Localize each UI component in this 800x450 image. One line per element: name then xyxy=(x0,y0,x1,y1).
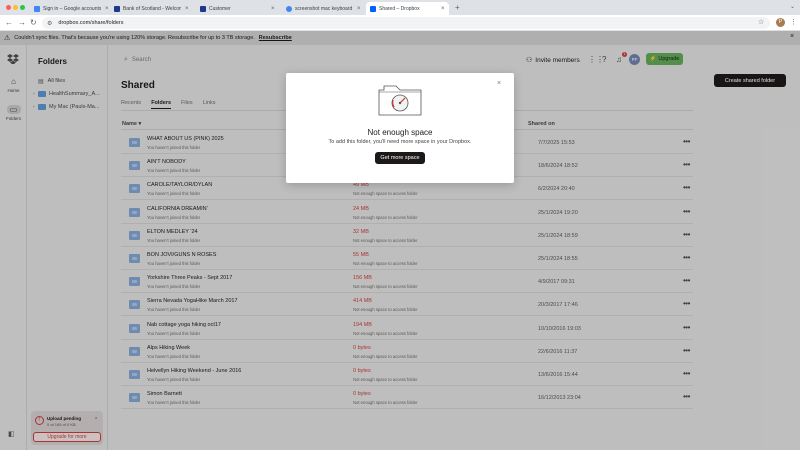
dialog-body: To add this folder, you'll need more spa… xyxy=(328,139,472,145)
new-tab-icon[interactable]: + xyxy=(455,3,460,12)
tab-close-icon[interactable]: × xyxy=(105,6,109,12)
site-info-icon[interactable]: ⚙ xyxy=(47,20,52,27)
browser-tab-google[interactable]: Sign in – Google accounts × xyxy=(30,2,113,15)
browser-menu-icon[interactable]: ⋮ xyxy=(790,18,797,26)
browser-tab-bar: Sign in – Google accounts × Bank of Scot… xyxy=(0,0,800,15)
bank-icon xyxy=(200,5,206,12)
browser-tab-dropbox[interactable]: Shared – Dropbox × xyxy=(366,2,449,15)
tab-close-icon[interactable]: × xyxy=(441,6,445,12)
bookmark-star-icon[interactable]: ☆ xyxy=(758,18,764,26)
minimize-window-icon[interactable] xyxy=(13,5,18,10)
close-window-icon[interactable] xyxy=(6,5,11,10)
google-icon xyxy=(34,5,40,12)
dialog-title: Not enough space xyxy=(367,128,433,137)
tab-close-icon[interactable]: × xyxy=(357,6,361,12)
full-storage-illustration-icon xyxy=(378,85,422,116)
dropbox-icon xyxy=(370,5,376,12)
url-input[interactable]: ⚙ dropbox.com/share/folders xyxy=(42,17,770,29)
close-icon[interactable]: × xyxy=(497,80,501,87)
browser-tab-search[interactable]: screenshot mac keyboard - G × xyxy=(282,2,365,15)
browser-tab-customer[interactable]: Customer × xyxy=(196,2,279,15)
profile-avatar[interactable]: P xyxy=(776,18,785,27)
tab-close-icon[interactable]: × xyxy=(185,6,189,12)
bank-icon xyxy=(114,5,120,12)
address-bar: ← → ↻ ⚙ dropbox.com/share/folders ☆ P ⋮ xyxy=(0,15,800,31)
not-enough-space-dialog: × Not enough space To add this folder, y… xyxy=(286,73,514,183)
browser-tab-bank[interactable]: Bank of Scotland - Welcome × xyxy=(110,2,193,15)
maximize-window-icon[interactable] xyxy=(20,5,25,10)
back-icon[interactable]: ← xyxy=(5,18,13,27)
tab-search-icon[interactable]: ⌄ xyxy=(790,3,795,10)
google-icon xyxy=(286,5,292,12)
forward-icon[interactable]: → xyxy=(18,18,26,27)
get-more-space-button[interactable]: Get more space xyxy=(375,152,425,164)
tab-close-icon[interactable]: × xyxy=(271,6,275,12)
reload-icon[interactable]: ↻ xyxy=(30,18,37,27)
